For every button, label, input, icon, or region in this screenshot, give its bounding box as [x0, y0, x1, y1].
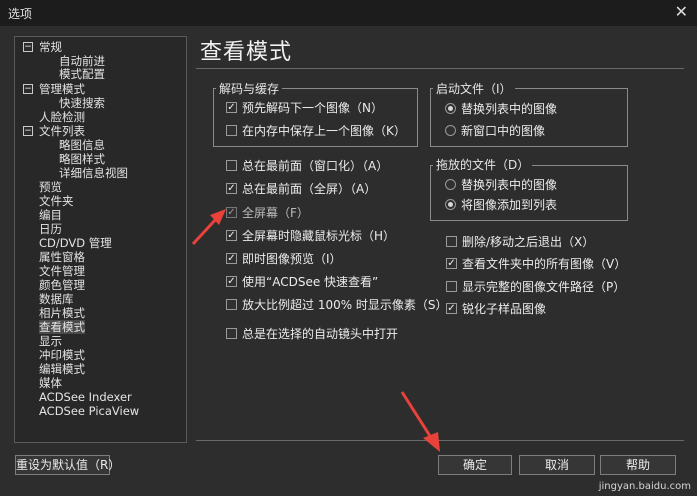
tree-expander-icon[interactable]: −	[23, 84, 33, 94]
view-option-1-label: 总在最前面（全屏）（A）	[242, 182, 377, 196]
view-extra-option-0-label: 删除/移动之后退出（X）	[462, 235, 595, 249]
view-option-4-label: 即时图像预览（I）	[242, 252, 342, 266]
tree-item[interactable]: 常规	[39, 40, 62, 54]
tree-item[interactable]: 数据库	[39, 292, 74, 306]
tree-item[interactable]: 文件列表	[39, 124, 85, 138]
title-bar: 选项 ✕	[0, 0, 697, 26]
drag-option-1-label: 将图像添加到列表	[461, 198, 558, 212]
tree-item[interactable]: 属性窗格	[39, 250, 85, 264]
view-option-6-checkbox[interactable]	[226, 299, 237, 310]
page-title: 查看模式	[200, 40, 293, 65]
tree-item[interactable]: ACDSee PicaView	[39, 404, 139, 418]
startup-option-0-radio[interactable]	[445, 103, 456, 114]
close-icon[interactable]: ✕	[675, 3, 688, 21]
tree-item[interactable]: CD/DVD 管理	[39, 236, 112, 250]
view-option-6-label: 放大比例超过 100% 时显示像素（S）	[242, 298, 448, 312]
decode-option-0-label: 预先解码下一个图像（N）	[242, 101, 383, 115]
tree-item[interactable]: 冲印模式	[39, 348, 85, 362]
reset-defaults-button[interactable]: 重设为默认值（R）	[15, 455, 120, 475]
startup-option-1-label: 新窗口中的图像	[461, 124, 546, 138]
view-extra-option-2-checkbox[interactable]	[446, 281, 457, 292]
tree-item[interactable]: 预览	[39, 180, 62, 194]
decode-option-1-label: 在内存中保存上一个图像（K）	[242, 124, 406, 138]
decode-option-1-checkbox[interactable]	[226, 125, 237, 136]
tree-item[interactable]: 查看模式	[39, 320, 85, 334]
view-extra-option-1-checkbox[interactable]: ✓	[446, 258, 457, 269]
drag-option-0-radio[interactable]	[445, 179, 456, 190]
decode-cache-group-label: 解码与缓存	[216, 80, 283, 97]
tree-expander-icon[interactable]: −	[23, 42, 33, 52]
tree-item[interactable]: 媒体	[39, 376, 62, 390]
drag-drop-group	[430, 165, 628, 221]
drag-drop-group-label: 拖放的文件（D）	[433, 156, 533, 173]
view-option-1-checkbox[interactable]: ✓	[226, 183, 237, 194]
view-option-7-checkbox[interactable]	[226, 328, 237, 339]
view-option-5-checkbox[interactable]: ✓	[226, 276, 237, 287]
tree-item[interactable]: ACDSee Indexer	[39, 390, 132, 404]
tree-item[interactable]: 编目	[39, 208, 62, 222]
options-tree[interactable]: − 常规 自动前进 模式配置 − 管理模式 快速搜索 人脸检测 − 文件列表 略图信息 略图样式 详细信…	[14, 36, 187, 443]
tree-item[interactable]: 自动前进	[59, 54, 105, 68]
watermark: jingyan.baidu.com	[598, 481, 691, 492]
view-extra-option-0-checkbox[interactable]	[446, 236, 457, 247]
view-extra-option-1-label: 查看文件夹中的所有图像（V）	[462, 257, 627, 271]
tree-item[interactable]: 编辑模式	[39, 362, 85, 376]
tree-item[interactable]: 略图样式	[59, 152, 105, 166]
view-option-0-label: 总在最前面（窗口化）（A）	[242, 159, 389, 173]
annotation-arrow-fullscreen	[191, 209, 226, 246]
tree-item[interactable]: 模式配置	[59, 67, 105, 81]
startup-file-group-label: 启动文件（I）	[433, 80, 515, 97]
window-title: 选项	[8, 7, 33, 21]
tree-item[interactable]: 相片模式	[39, 306, 85, 320]
tree-item[interactable]: 人脸检测	[39, 110, 85, 124]
tree-item[interactable]: 管理模式	[39, 82, 85, 96]
help-button[interactable]: 帮助	[600, 455, 676, 475]
view-option-3-label: 全屏幕时隐藏鼠标光标（H）	[242, 229, 396, 243]
view-extra-option-2-label: 显示完整的图像文件路径（P）	[462, 280, 626, 294]
cancel-button[interactable]: 取消	[519, 455, 595, 475]
startup-option-0-label: 替换列表中的图像	[461, 102, 558, 116]
tree-item[interactable]: 文件夹	[39, 194, 74, 208]
tree-item[interactable]: 显示	[39, 334, 62, 348]
tree-expander-icon[interactable]: −	[23, 126, 33, 136]
tree-item[interactable]: 快速搜索	[59, 96, 105, 110]
view-extra-option-3-label: 锐化子样品图像	[462, 302, 547, 316]
annotation-arrow-ok	[400, 391, 440, 452]
tree-item[interactable]: 文件管理	[39, 264, 85, 278]
startup-option-1-radio[interactable]	[445, 125, 456, 136]
view-extra-option-3-checkbox[interactable]: ✓	[446, 303, 457, 314]
drag-option-1-radio[interactable]	[445, 199, 456, 210]
view-option-5-label: 使用“ACDSee 快速查看”	[242, 275, 379, 289]
header-divider	[196, 68, 684, 69]
tree-item[interactable]: 详细信息视图	[59, 166, 128, 180]
tree-item[interactable]: 颜色管理	[39, 278, 85, 292]
tree-item[interactable]: 略图信息	[59, 138, 105, 152]
tree-item[interactable]: 日历	[39, 222, 62, 236]
view-option-7-label: 总是在选择的自动镜头中打开	[242, 327, 399, 341]
decode-option-0-checkbox[interactable]: ✓	[226, 102, 237, 113]
view-option-2-label: 全屏幕（F）	[242, 206, 309, 220]
view-option-4-checkbox[interactable]: ✓	[226, 253, 237, 264]
view-option-0-checkbox[interactable]	[226, 160, 237, 171]
drag-option-0-label: 替换列表中的图像	[461, 178, 558, 192]
